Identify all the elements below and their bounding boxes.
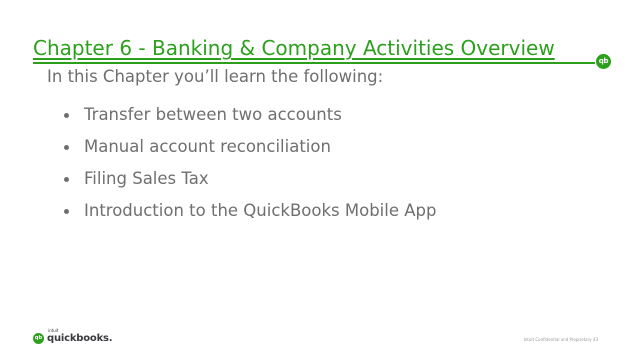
slide: Chapter 6 - Banking & Company Activities… [0,0,631,356]
bullet-dot-icon [64,113,69,118]
slide-title: Chapter 6 - Banking & Company Activities… [33,36,555,60]
bullet-item: Introduction to the QuickBooks Mobile Ap… [62,196,436,228]
footer-brand-wordmark: intuit quickbooks. [47,328,113,345]
bullet-dot-icon [64,145,69,150]
footer-brand-name: quickbooks. [47,333,113,344]
bullet-dot-icon [64,177,69,182]
intro-text: In this Chapter you’ll learn the followi… [47,67,384,86]
bullet-item: Transfer between two accounts [62,100,436,132]
bullet-dot-icon [64,209,69,214]
bullet-text: Introduction to the QuickBooks Mobile Ap… [84,201,437,220]
bullet-list: Transfer between two accounts Manual acc… [62,100,436,228]
footer-brand-small: intuit [48,328,59,333]
bullet-text: Transfer between two accounts [84,105,342,124]
bullet-item: Filing Sales Tax [62,164,436,196]
footer-quickbooks-logo: qb intuit quickbooks. [33,328,113,345]
footer-confidential-note: Intuit Confidential and Proprietary 43 [523,337,598,342]
title-underline-rule [33,62,595,64]
bullet-text: Filing Sales Tax [84,169,209,188]
quickbooks-logo-icon: qb [596,54,611,69]
quickbooks-logo-icon: qb [33,332,44,344]
title-logo-glyph: qb [598,57,609,65]
bullet-item: Manual account reconciliation [62,132,436,164]
bullet-text: Manual account reconciliation [84,137,331,156]
footer-logo-glyph: qb [34,334,43,341]
